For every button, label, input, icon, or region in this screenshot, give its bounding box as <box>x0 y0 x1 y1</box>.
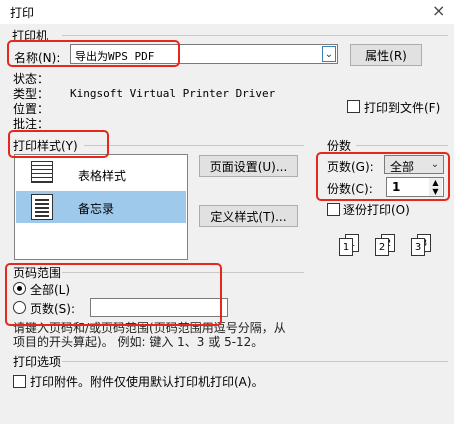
chevron-down-icon[interactable]: ⌄ <box>322 46 336 62</box>
highlight-printer-name <box>7 40 180 67</box>
page-icon: 1 <box>339 238 353 256</box>
style-item-label: 表格样式 <box>78 169 127 183</box>
style-item-memo[interactable]: 备忘录 <box>16 191 186 223</box>
range-hint-line2: 项目的开头算起)。 例如: 键入 1、3 或 5-12。 <box>13 335 264 349</box>
close-icon[interactable]: × <box>432 1 445 20</box>
print-to-file-checkbox[interactable] <box>347 100 360 113</box>
print-options-group-label: 打印选项 <box>13 355 62 369</box>
highlight-page-range <box>5 263 222 326</box>
print-dialog: 打印 × 打印机 名称(N): 导出为WPS PDF ⌄ 属性(R) 状态： 类… <box>0 0 454 424</box>
style-list[interactable]: 表格样式 备忘录 <box>14 154 188 260</box>
page-setup-button[interactable]: 页面设置(U)... <box>199 155 298 177</box>
title-bar: 打印 × <box>0 0 454 24</box>
page-icon: 3 <box>411 238 425 256</box>
options-divider <box>62 361 448 362</box>
page-icon: 2 <box>375 238 389 256</box>
collate-label: 逐份打印(O) <box>343 203 410 217</box>
style-item-table[interactable]: 表格样式 <box>16 157 186 191</box>
copies-divider <box>356 145 448 146</box>
memo-style-icon <box>31 194 53 220</box>
style-divider-top <box>84 145 304 146</box>
style-item-label: 备忘录 <box>78 202 115 216</box>
print-attachments-checkbox[interactable] <box>13 375 26 388</box>
print-to-file-label: 打印到文件(F) <box>364 101 441 115</box>
define-style-button[interactable]: 定义样式(T)... <box>199 205 298 227</box>
table-style-icon <box>31 161 53 183</box>
highlight-copies <box>316 152 450 201</box>
highlight-print-style <box>8 130 109 158</box>
collate-illustration: 1 1 2 2 3 3 <box>339 228 439 262</box>
properties-button[interactable]: 属性(R) <box>350 44 422 66</box>
type-value: Kingsoft Virtual Printer Driver <box>70 87 276 100</box>
collate-checkbox[interactable] <box>327 203 340 216</box>
window-title: 打印 <box>10 6 35 20</box>
printer-divider <box>62 35 448 36</box>
print-attachments-label: 打印附件。附件仅使用默认打印机打印(A)。 <box>30 375 264 389</box>
